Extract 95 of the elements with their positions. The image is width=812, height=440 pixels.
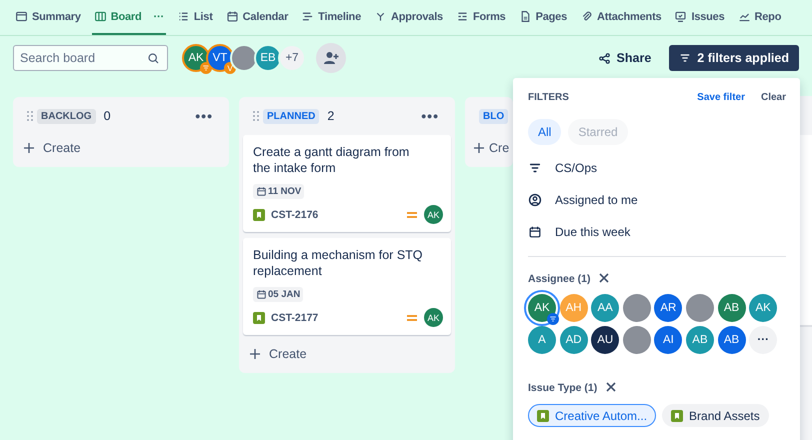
assignee-avatar[interactable]: AK [424, 205, 443, 224]
issue-key[interactable]: CST-2177 [271, 312, 318, 324]
nav-tab[interactable]: Forms [454, 0, 508, 35]
filter-icon [679, 52, 692, 64]
nav-tab[interactable]: Summary [13, 0, 83, 35]
nav-tab[interactable]: Timeline [299, 0, 363, 35]
quick-filter[interactable]: CS/Ops [528, 152, 786, 184]
priority-icon [406, 312, 418, 322]
photo-placeholder[interactable] [622, 294, 651, 322]
summary-icon [15, 10, 28, 23]
story-icon [253, 208, 265, 220]
board-icon [94, 10, 107, 23]
nav-tab[interactable]: Approvals [372, 0, 445, 35]
photo-placeholder[interactable] [622, 326, 651, 354]
nav-tab[interactable]: Repo [736, 0, 784, 35]
filter-label: Due this week [555, 225, 630, 239]
issue-title: Create a gantt diagram from the intake form [253, 144, 410, 176]
nav-tab[interactable]: List [174, 0, 215, 35]
priority-icon [406, 210, 418, 220]
attachments-icon [580, 10, 594, 23]
calendar-icon [528, 225, 542, 239]
avatar[interactable]: VT V [206, 44, 234, 72]
issue-key[interactable]: CST-2176 [271, 208, 318, 220]
nav-tab[interactable]: Attachments [578, 0, 664, 35]
search-field[interactable]: Search board [13, 45, 168, 71]
assignee-avatar[interactable]: AR [654, 294, 682, 322]
story-icon [253, 312, 265, 324]
close-icon[interactable] [599, 273, 612, 285]
create-button[interactable]: Create [243, 341, 313, 367]
column-title: PLANNED [263, 108, 320, 124]
filter-label: Assigned to me [555, 193, 638, 207]
panel-title: FILTERS [528, 92, 569, 103]
forms-icon [456, 10, 469, 23]
calendar-icon [256, 186, 267, 197]
assignee-avatar[interactable]: AI [654, 326, 682, 354]
quick-filter[interactable]: Assigned to me [528, 184, 786, 216]
assignee-avatar[interactable]: AK [528, 294, 556, 322]
pages-icon [518, 10, 532, 23]
add-person-icon [323, 50, 339, 66]
quick-filter[interactable]: Due this week [528, 216, 786, 248]
nav-tab[interactable]: Pages [516, 0, 570, 35]
save-filter-link[interactable]: Save filter [697, 92, 745, 103]
issue-title: Building a mechanism for STQ replacement [253, 247, 423, 279]
issues-icon [674, 10, 688, 23]
assignee-avatar[interactable]: AB [718, 294, 746, 322]
person-icon [528, 193, 542, 207]
calendar-icon [226, 10, 239, 23]
due-date: 11 NOV [253, 184, 304, 199]
story-icon [537, 410, 549, 422]
issue-type-chip[interactable]: Brand Assets [662, 404, 769, 427]
nav-tab[interactable]: Board ··· [92, 0, 166, 35]
close-icon[interactable] [606, 382, 618, 394]
column-title: BLO [479, 108, 508, 124]
share-icon [598, 52, 611, 64]
avatar[interactable]: AK [182, 44, 210, 72]
nav-tab[interactable]: Calendar [224, 0, 290, 35]
calendar-icon [256, 289, 267, 300]
assignee-avatar[interactable]: AU [591, 326, 620, 354]
more-button[interactable]: ••• [189, 107, 219, 125]
column-title: BACKLOG [37, 108, 96, 124]
plus-icon [249, 348, 261, 360]
assignee-avatar[interactable]: AK [424, 308, 443, 327]
filter-badge [547, 313, 559, 325]
timeline-icon [301, 10, 314, 23]
create-button[interactable]: Create [17, 135, 87, 161]
more-button[interactable]: ••• [415, 107, 445, 125]
create-button[interactable]: Cre [469, 135, 510, 161]
nav-tab[interactable]: Issues [672, 0, 727, 35]
more-assignees-button[interactable]: ··· [749, 326, 778, 354]
section-title: Assignee (1) [528, 273, 590, 285]
due-date: 05 JAN [253, 287, 304, 302]
drag-handle-icon[interactable] [27, 111, 33, 121]
story-icon [671, 410, 684, 422]
filter-icon [528, 161, 542, 175]
issue-count: 0 [104, 109, 111, 123]
more-people-count[interactable]: +7 [278, 44, 306, 72]
more-icon[interactable]: ··· [154, 10, 164, 22]
filters-button[interactable]: 2 filters applied [669, 45, 799, 71]
plus-icon [23, 142, 35, 154]
add-person-button[interactable] [316, 43, 346, 73]
issue-card[interactable]: Create a gantt diagram from the intake form 11 NOV CST-2176 AK [243, 135, 451, 232]
plus-icon [473, 142, 485, 154]
scope-tab[interactable]: All [528, 119, 562, 145]
list-icon [176, 10, 190, 23]
section-title: Issue Type (1) [528, 382, 598, 394]
clear-link[interactable]: Clear [760, 92, 786, 103]
issue-type-chip[interactable]: Creative Autom... [528, 404, 656, 427]
search-icon [147, 52, 160, 65]
issue-card[interactable]: Building a mechanism for STQ replacement 05 JAN CST-2177 AK [243, 238, 451, 335]
drag-handle-icon[interactable] [253, 111, 259, 121]
photo-placeholder[interactable] [686, 294, 714, 322]
issue-count: 2 [327, 109, 334, 123]
assignee-avatar[interactable]: AB [718, 326, 746, 354]
filter-label: CS/Ops [555, 161, 598, 175]
share-button[interactable]: Share [592, 50, 658, 66]
